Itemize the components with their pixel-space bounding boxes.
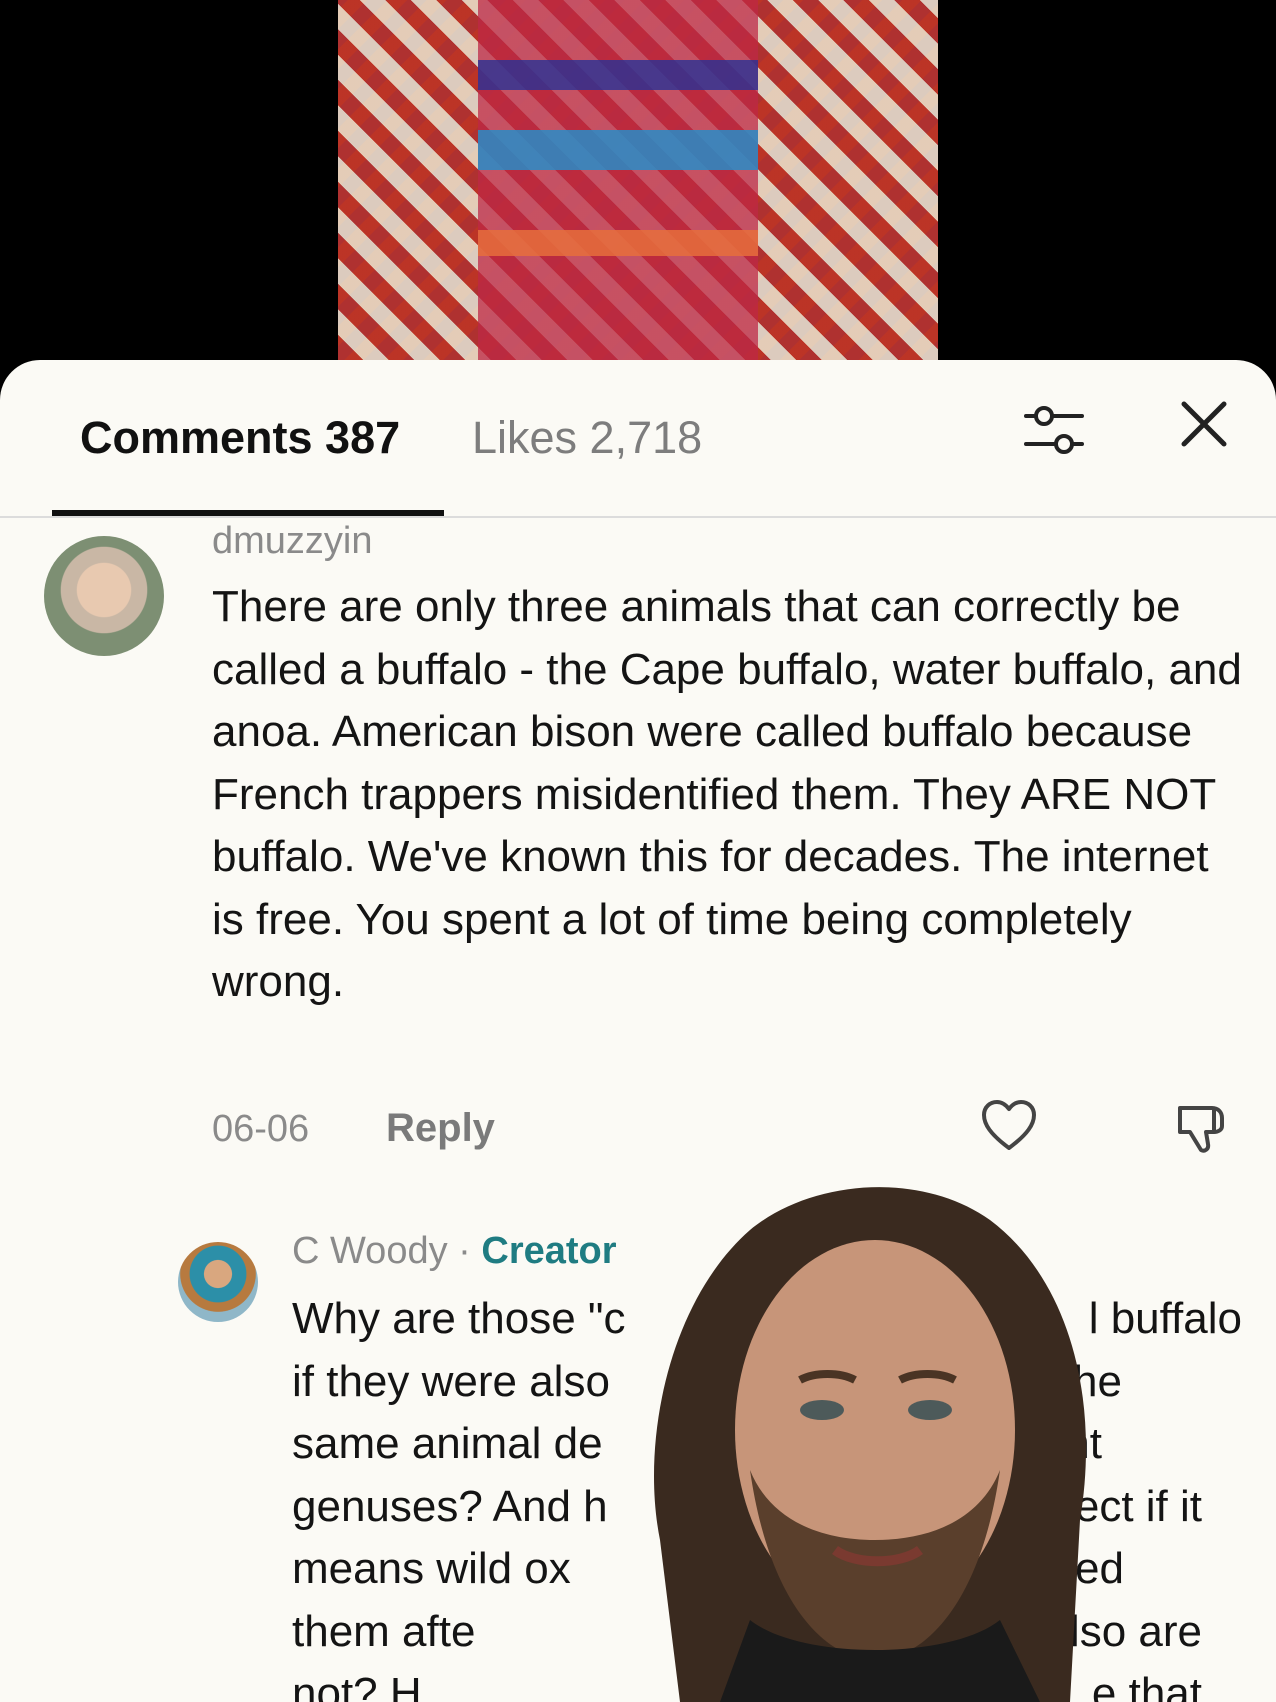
reply-line-left: same animal de: [292, 1419, 603, 1468]
tab-likes[interactable]: Likes 2,718: [472, 412, 702, 464]
thumbs-down-icon[interactable]: [1174, 1100, 1232, 1156]
comment-username[interactable]: C Woody · Creator: [292, 1230, 617, 1273]
name-separator: ·: [447, 1230, 482, 1272]
avatar[interactable]: [178, 1242, 258, 1322]
pattern-band: [478, 0, 758, 360]
avatar[interactable]: [44, 536, 164, 656]
comment-date: 06-06: [212, 1108, 310, 1150]
reply-line-left: if they were also: [292, 1356, 610, 1406]
comment-username[interactable]: dmuzzyin: [212, 520, 373, 563]
close-icon[interactable]: [1178, 398, 1230, 450]
pattern-band: [478, 130, 758, 170]
comment-text: There are only three animals that can co…: [212, 582, 1242, 1006]
pattern-band: [478, 230, 758, 256]
reply-line-left: Why are those "c: [292, 1294, 626, 1343]
video-overlay-person: [654, 1187, 1086, 1702]
reply-username[interactable]: C Woody: [292, 1230, 448, 1272]
reply-button[interactable]: Reply: [386, 1106, 495, 1151]
reply-line-left: genuses? And h: [292, 1481, 608, 1531]
filter-sliders-icon[interactable]: [1022, 398, 1086, 462]
reply-line-left: them afte: [292, 1606, 476, 1656]
tab-comments[interactable]: Comments 387: [80, 412, 400, 464]
creator-badge: Creator: [481, 1230, 617, 1272]
reply-line-left: means wild ox: [292, 1544, 571, 1593]
video-frame[interactable]: [338, 0, 938, 360]
pattern-band: [478, 60, 758, 90]
reply-line-left: not? H: [292, 1669, 422, 1702]
tabs-divider: [0, 516, 1276, 518]
